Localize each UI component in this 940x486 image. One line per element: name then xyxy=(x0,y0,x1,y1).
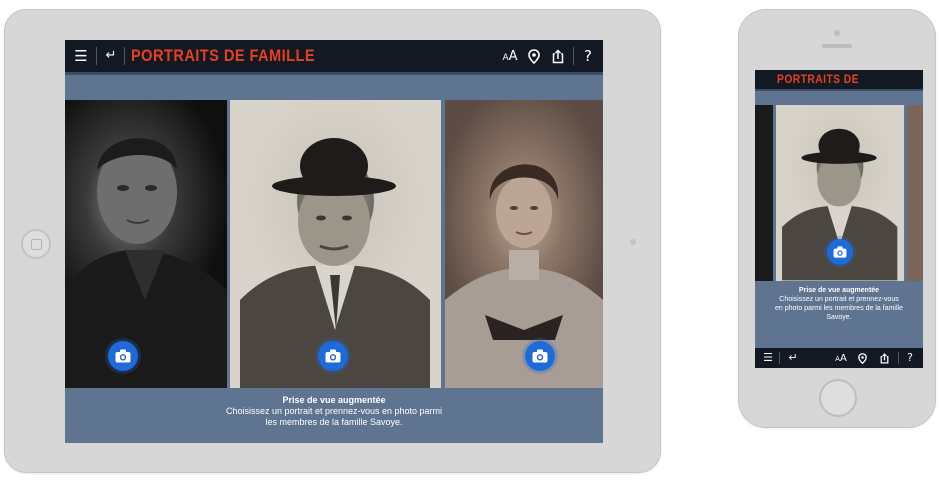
portrait-woman-vintage[interactable] xyxy=(907,105,923,281)
caption-line: les membres de la famille Savoye. xyxy=(265,417,403,427)
menu-icon[interactable]: ☰ xyxy=(760,348,776,368)
portrait-woman-vintage[interactable] xyxy=(445,100,603,388)
tablet-screen: ☰ ↵ PORTRAITS DE FAMILLE AA ? Prise de v… xyxy=(65,40,603,443)
caption-line: Choisissez un portrait et prennez-vous xyxy=(779,296,899,303)
font-size-label: A xyxy=(508,49,518,64)
camera-icon xyxy=(833,246,847,258)
portrait-man-bowler-hat[interactable] xyxy=(230,100,441,388)
camera-button[interactable] xyxy=(108,341,138,371)
portrait-carousel[interactable] xyxy=(65,100,603,388)
font-size-icon[interactable]: AA xyxy=(499,40,521,74)
back-icon[interactable]: ↵ xyxy=(785,348,801,368)
camera-button[interactable] xyxy=(318,341,348,371)
toolbar-separator xyxy=(573,47,574,65)
phone-header-band xyxy=(755,89,923,105)
phone-top-bar: PORTRAITS DE FAMILLE xyxy=(755,70,923,105)
portrait-figure xyxy=(445,164,603,388)
font-size-icon[interactable]: AA xyxy=(833,348,849,368)
tablet-top-bar: ☰ ↵ PORTRAITS DE FAMILLE AA ? xyxy=(65,40,603,72)
share-icon[interactable] xyxy=(877,348,891,368)
phone-front-camera xyxy=(834,30,840,36)
phone-screen: PORTRAITS DE FAMILLE xyxy=(755,70,923,368)
tablet-header-band xyxy=(65,72,603,100)
caption-title: Prise de vue augmentée xyxy=(798,287,880,294)
share-icon[interactable] xyxy=(549,40,567,72)
portrait-figure xyxy=(65,138,227,388)
portrait-man-bowler-hat[interactable] xyxy=(776,105,904,281)
tablet-home-button[interactable] xyxy=(21,229,51,259)
phone-device: PORTRAITS DE FAMILLE xyxy=(738,9,936,428)
phone-home-button[interactable] xyxy=(819,379,857,417)
caption-line: Choisissez un portrait et prennez-vous e… xyxy=(225,406,443,416)
tablet-device: ☰ ↵ PORTRAITS DE FAMILLE AA ? Prise de v… xyxy=(4,9,661,473)
caption-title: Prise de vue augmentée xyxy=(282,395,386,405)
back-icon[interactable]: ↵ xyxy=(101,40,121,72)
caption-line: Savoye. xyxy=(826,314,852,321)
toolbar-separator xyxy=(96,47,97,65)
portrait-man-dark-suit[interactable] xyxy=(755,105,773,281)
location-pin-icon[interactable] xyxy=(855,348,869,368)
augmented-shot-caption: Prise de vue augmentée Choisissez un por… xyxy=(755,286,923,322)
camera-icon xyxy=(325,349,341,363)
portrait-carousel[interactable] xyxy=(755,105,923,281)
caption-line: en photo parmi les membres de la famille xyxy=(774,305,903,312)
camera-button[interactable] xyxy=(827,239,853,265)
toolbar-separator xyxy=(124,47,125,65)
location-pin-icon[interactable] xyxy=(525,40,543,72)
camera-icon xyxy=(532,349,548,363)
phone-bottom-bar: ☰ ↵ AA ? xyxy=(755,348,923,368)
tablet-camera-dot xyxy=(630,239,636,245)
toolbar-separator xyxy=(898,352,899,364)
camera-button[interactable] xyxy=(525,341,555,371)
toolbar-separator xyxy=(779,352,780,364)
augmented-shot-caption: Prise de vue augmentée Choisissez un por… xyxy=(65,395,603,428)
help-icon[interactable]: ? xyxy=(902,348,918,368)
camera-icon xyxy=(115,349,131,363)
phone-speaker xyxy=(822,44,852,48)
help-icon[interactable]: ? xyxy=(579,40,597,72)
menu-icon[interactable]: ☰ xyxy=(71,40,91,72)
app-title: PORTRAITS DE FAMILLE xyxy=(131,46,316,65)
portrait-man-dark-suit[interactable] xyxy=(65,100,227,388)
